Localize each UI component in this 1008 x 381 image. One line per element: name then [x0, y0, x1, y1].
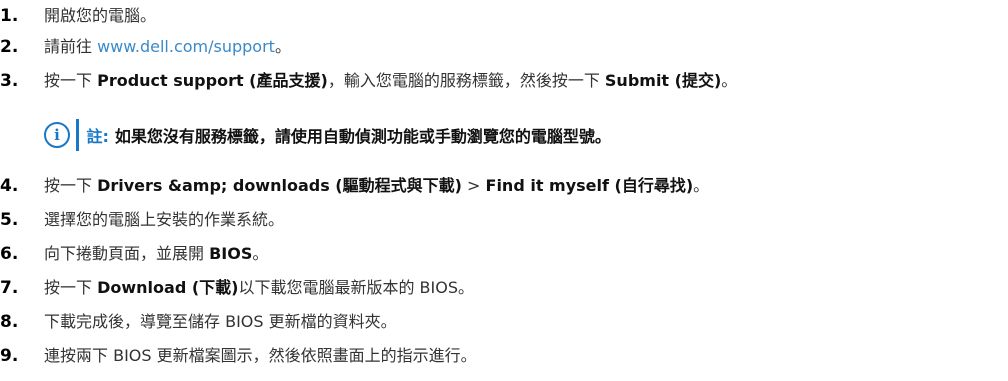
find-it-myself-label: Find it myself (自行尋找) — [485, 176, 694, 195]
step-text-suffix: 。 — [274, 37, 291, 56]
procedure-steps: 1. 開啟您的電腦。 2. 請前往 www.dell.com/support。 … — [0, 0, 1008, 381]
step-text-part: 按一下 — [44, 176, 98, 195]
step-text-prefix: 請前往 — [44, 37, 98, 56]
step-text-part: ，輸入您電腦的服務標籤，然後按一下 — [327, 71, 605, 90]
step-text-part: 向下捲動頁面，並展開 — [44, 244, 210, 263]
note-callout: i 註: 如果您沒有服務標籤，請使用自動偵測功能或手動瀏覽您的電腦型號。 — [44, 118, 611, 152]
step-text-part: 按一下 — [44, 71, 98, 90]
product-support-label: Product support (產品支援) — [97, 71, 328, 90]
step-text: 按一下 Drivers &amp; downloads (驅動程式與下載) > … — [44, 172, 709, 200]
step-text-part: 以下載您電腦最新版本的 BIOS。 — [238, 278, 475, 297]
step-text: 選擇您的電腦上安裝的作業系統。 — [44, 210, 285, 229]
step-number: 6. — [0, 244, 19, 264]
bios-label: BIOS — [209, 244, 253, 263]
download-label: Download (下載) — [97, 278, 239, 297]
step-text: 連按兩下 BIOS 更新檔案圖示，然後依照畫面上的指示進行。 — [44, 346, 477, 365]
step-text-part: 。 — [693, 176, 710, 195]
step-number: 8. — [0, 312, 19, 332]
step-number: 9. — [0, 346, 19, 366]
step-text: 開啟您的電腦。 — [44, 6, 157, 25]
step-text: 下載完成後，導覽至儲存 BIOS 更新檔的資料夾。 — [44, 312, 397, 331]
step-number: 2. — [0, 37, 19, 57]
drivers-downloads-label: Drivers &amp; downloads (驅動程式與下載) — [97, 176, 462, 195]
step-number: 7. — [0, 278, 19, 298]
step-text: 按一下 Product support (產品支援)，輸入您電腦的服務標籤，然後… — [44, 67, 737, 95]
step-number: 3. — [0, 71, 19, 91]
note-label: 註: — [86, 127, 109, 146]
support-link[interactable]: www.dell.com/support — [97, 37, 275, 56]
step-number: 4. — [0, 176, 19, 196]
info-icon: i — [44, 122, 70, 148]
note-text: 如果您沒有服務標籤，請使用自動偵測功能或手動瀏覽您的電腦型號。 — [114, 127, 611, 146]
step-text-part: 。 — [252, 244, 269, 263]
step-text-part: > — [461, 176, 486, 195]
submit-label: Submit (提交) — [604, 71, 722, 90]
step-text-part: 。 — [721, 71, 738, 90]
note-divider — [76, 119, 79, 151]
step-text: 按一下 Download (下載)以下載您電腦最新版本的 BIOS。 — [44, 274, 474, 302]
step-text-part: 按一下 — [44, 278, 98, 297]
step-text: 請前往 www.dell.com/support。 — [44, 33, 291, 61]
step-number: 1. — [0, 6, 19, 26]
step-number: 5. — [0, 210, 19, 230]
step-text: 向下捲動頁面，並展開 BIOS。 — [44, 240, 268, 268]
